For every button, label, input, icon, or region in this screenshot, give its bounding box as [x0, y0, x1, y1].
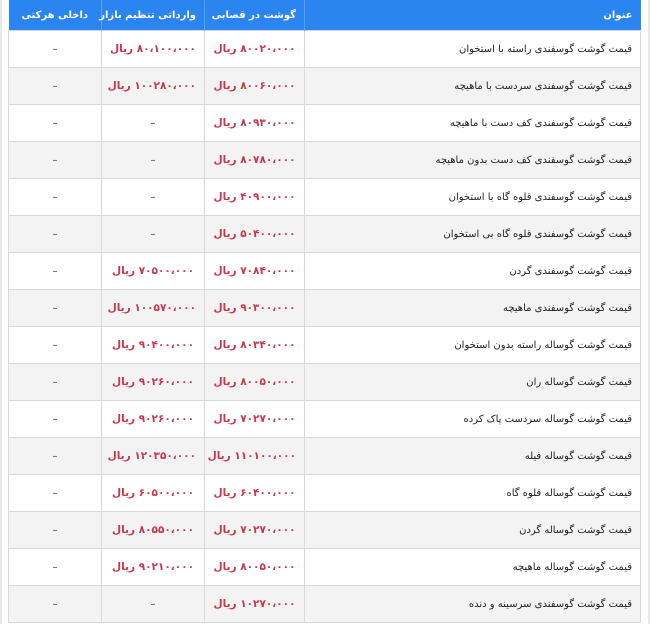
table-row: قیمت گوشت گوسفندی قلوه گاه با استخوان ۴۰۹… [8, 178, 641, 216]
cell-butcher: ۱۱۰۱۰۰،۰۰۰ ریال [204, 437, 305, 475]
cell-title: قیمت گوشت گوسفندی سردست با ماهیچه [304, 67, 641, 105]
cell-title: قیمت گوشت گوسفندی راسته با استخوان [304, 30, 641, 68]
table-row: قیمت گوشت گوساله فیله ۱۱۰۱۰۰،۰۰۰ ریال ۱۲۰۳… [8, 437, 641, 475]
table-row: قیمت گوشت گوساله گردن ۷۰۲۷۰،۰۰۰ ریال ۸۰۵۵۰… [8, 511, 641, 549]
table-row: قیمت گوشت گوساله ماهیچه ۸۰۰۵۰،۰۰۰ ریال ۹۰۲… [8, 548, 641, 586]
table-row: قیمت گوشت گوساله سردست پاک کرده ۷۰۲۷۰،۰۰۰… [8, 400, 641, 438]
cell-butcher: ۷۰۸۴۰،۰۰۰ ریال [204, 252, 305, 290]
cell-butcher: ۵۰۴۰۰،۰۰۰ ریال [204, 215, 305, 253]
table-row: قیمت گوشت گوساله قلوه گاه ۶۰۴۰۰،۰۰۰ ریال ۶… [8, 474, 641, 512]
cell-import: ۸۰،۱۰۰،۰۰۰ ریال [101, 30, 205, 68]
cell-butcher: ۸۰۰۵۰،۰۰۰ ریال [204, 548, 305, 586]
cell-title: قیمت گوشت گوساله فیله [304, 437, 641, 475]
cell-domestic: – [8, 474, 102, 512]
cell-domestic: – [8, 437, 102, 475]
table-row: قیمت گوشت گوسفندی کف دست بدون ماهیچه ۸۰۷۸… [8, 141, 641, 179]
cell-butcher: ۹۰۳۰۰،۰۰۰ ریال [204, 289, 305, 327]
cell-title: قیمت گوشت گوساله سردست پاک کرده [304, 400, 641, 438]
cell-import: – [101, 178, 205, 216]
cell-import: ۹۰۲۱۰،۰۰۰ ریال [101, 548, 205, 586]
header-butcher: گوشت در قصابی [204, 0, 305, 31]
cell-butcher: ۱۰۲۷۰،۰۰۰ ریال [204, 585, 305, 623]
cell-butcher: ۸۰۰۲۰،۰۰۰ ریال [204, 30, 305, 68]
cell-import: ۶۰۵۰۰،۰۰۰ ریال [101, 474, 205, 512]
cell-import: – [101, 215, 205, 253]
cell-domestic: – [8, 326, 102, 364]
cell-title: قیمت گوشت گوسفندی گردن [304, 252, 641, 290]
cell-domestic: – [8, 67, 102, 105]
cell-domestic: – [8, 252, 102, 290]
left-edge [0, 0, 2, 624]
cell-import: ۹۰۲۶۰،۰۰۰ ریال [101, 363, 205, 401]
cell-butcher: ۸۰۹۳۰،۰۰۰ ریال [204, 104, 305, 142]
table-row: قیمت گوشت گوسفندی گردن ۷۰۸۴۰،۰۰۰ ریال ۷۰۵۰… [8, 252, 641, 290]
table-row: قیمت گوشت گوسفندی کف دست با ماهیچه ۸۰۹۳۰،… [8, 104, 641, 142]
table-row: قیمت گوشت گوسفندی ماهیچه ۹۰۳۰۰،۰۰۰ ریال ۱۰… [8, 289, 641, 327]
table-row: قیمت گوشت گوساله راسته بدون استخوان ۸۰۳۴۰… [8, 326, 641, 364]
cell-domestic: – [8, 289, 102, 327]
cell-butcher: ۸۰۰۶۰،۰۰۰ ریال [204, 67, 305, 105]
cell-import: – [101, 585, 205, 623]
cell-domestic: – [8, 548, 102, 586]
cell-domestic: – [8, 511, 102, 549]
cell-domestic: – [8, 585, 102, 623]
table-header: عنوان گوشت در قصابی وارداتی تنظیم بازار … [8, 0, 641, 31]
cell-import: ۹۰۲۶۰،۰۰۰ ریال [101, 400, 205, 438]
cell-title: قیمت گوشت گوساله قلوه گاه [304, 474, 641, 512]
cell-title: قیمت گوشت گوسفندی ماهیچه [304, 289, 641, 327]
table-row: قیمت گوشت گوساله ران ۸۰۰۵۰،۰۰۰ ریال ۹۰۲۶۰،… [8, 363, 641, 401]
cell-title: قیمت گوشت گوسفندی کف دست بدون ماهیچه [304, 141, 641, 179]
page: عنوان گوشت در قصابی وارداتی تنظیم بازار … [0, 0, 650, 624]
cell-butcher: ۶۰۴۰۰،۰۰۰ ریال [204, 474, 305, 512]
cell-import: ۱۰۰۵۷۰،۰۰۰ ریال [101, 289, 205, 327]
cell-import: ۸۰۵۵۰،۰۰۰ ریال [101, 511, 205, 549]
cell-title: قیمت گوشت گوساله گردن [304, 511, 641, 549]
table-row: قیمت گوشت گوسفندی سردست با ماهیچه ۸۰۰۶۰،۰… [8, 67, 641, 105]
price-table: عنوان گوشت در قصابی وارداتی تنظیم بازار … [8, 0, 641, 623]
cell-domestic: – [8, 30, 102, 68]
cell-butcher: ۴۰۹۰۰،۰۰۰ ریال [204, 178, 305, 216]
cell-butcher: ۸۰۰۵۰،۰۰۰ ریال [204, 363, 305, 401]
cell-domestic: – [8, 104, 102, 142]
header-import: وارداتی تنظیم بازار [99, 0, 205, 31]
cell-title: قیمت گوشت گوسفندی قلوه گاه با استخوان [304, 178, 641, 216]
cell-title: قیمت گوشت گوسفندی کف دست با ماهیچه [304, 104, 641, 142]
cell-title: قیمت گوشت گوسفندی سرسینه و دنده [304, 585, 641, 623]
cell-domestic: – [8, 215, 102, 253]
cell-butcher: ۷۰۲۷۰،۰۰۰ ریال [204, 400, 305, 438]
cell-title: قیمت گوشت گوساله راسته بدون استخوان [304, 326, 641, 364]
table-body: قیمت گوشت گوسفندی راسته با استخوان ۸۰۰۲۰،… [8, 30, 641, 623]
cell-domestic: – [8, 400, 102, 438]
cell-import: ۷۰۵۰۰،۰۰۰ ریال [101, 252, 205, 290]
cell-import: ۹۰۴۰۰،۰۰۰ ریال [101, 326, 205, 364]
cell-butcher: ۸۰۳۴۰،۰۰۰ ریال [204, 326, 305, 364]
cell-title: قیمت گوشت گوساله ران [304, 363, 641, 401]
cell-import: ۱۲۰۳۵۰،۰۰۰ ریال [101, 437, 205, 475]
cell-import: – [101, 104, 205, 142]
cell-import: – [101, 141, 205, 179]
table-row: قیمت گوشت گوسفندی سرسینه و دنده ۱۰۲۷۰،۰۰۰… [8, 585, 641, 623]
cell-domestic: – [8, 178, 102, 216]
cell-domestic: – [8, 141, 102, 179]
cell-title: قیمت گوشت گوسفندی قلوه گاه بی استخوان [304, 215, 641, 253]
cell-butcher: ۷۰۲۷۰،۰۰۰ ریال [204, 511, 305, 549]
cell-butcher: ۸۰۷۸۰،۰۰۰ ریال [204, 141, 305, 179]
header-domestic: داخلی هرکتی [8, 0, 102, 31]
table-row: قیمت گوشت گوسفندی قلوه گاه بی استخوان ۵۰۴… [8, 215, 641, 253]
table-row: قیمت گوشت گوسفندی راسته با استخوان ۸۰۰۲۰،… [8, 30, 641, 68]
cell-domestic: – [8, 363, 102, 401]
header-title: عنوان [304, 0, 641, 31]
cell-import: ۱۰۰۲۸۰،۰۰۰ ریال [101, 67, 205, 105]
cell-title: قیمت گوشت گوساله ماهیچه [304, 548, 641, 586]
